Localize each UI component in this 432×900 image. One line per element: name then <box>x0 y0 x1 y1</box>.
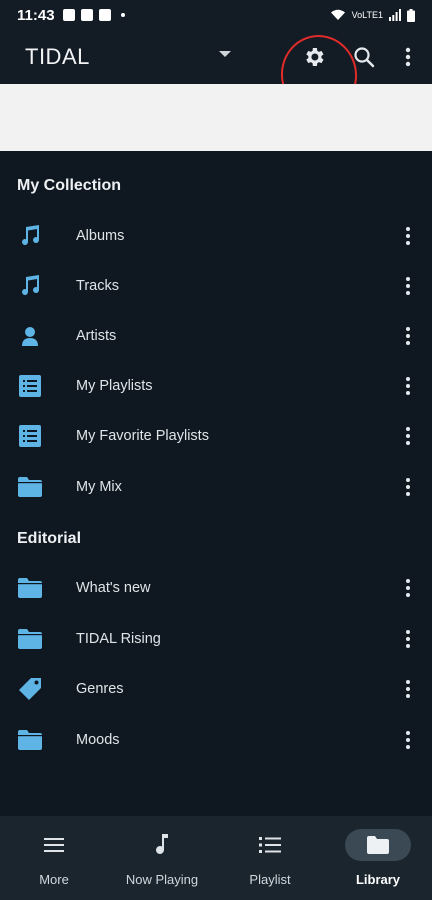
app-title[interactable]: TIDAL <box>25 44 90 70</box>
search-button[interactable] <box>346 39 382 75</box>
status-notification-icons <box>62 9 125 21</box>
nav-library[interactable]: Library <box>324 816 432 900</box>
nav-label: Playlist <box>249 872 291 887</box>
network-label: VoLTE1 <box>351 10 383 20</box>
folder-icon <box>18 728 42 752</box>
list-item-genres[interactable]: Genres <box>0 664 432 714</box>
folder-icon <box>18 475 42 499</box>
music-note-icon <box>156 834 168 854</box>
check-icon <box>98 9 111 21</box>
gallery-icon <box>62 9 75 21</box>
more-notifications-icon <box>120 13 125 17</box>
row-more-button[interactable] <box>398 624 418 654</box>
list-item-my-playlists[interactable]: My Playlists <box>0 361 432 411</box>
nav-now-playing[interactable]: Now Playing <box>108 816 216 900</box>
nav-more[interactable]: More <box>0 816 108 900</box>
nav-icon-container <box>237 829 303 861</box>
app-bar: TIDAL <box>0 30 432 84</box>
list-item-label: Genres <box>76 681 124 697</box>
list-item-label: Artists <box>76 328 117 344</box>
settings-button[interactable] <box>296 39 332 75</box>
person-icon <box>18 324 42 348</box>
section-header-my-collection: My Collection <box>17 177 122 194</box>
more-vert-icon <box>405 47 411 67</box>
list-item-tidal-rising[interactable]: TIDAL Rising <box>0 614 432 664</box>
overflow-menu-button[interactable] <box>390 39 426 75</box>
list-item-label: TIDAL Rising <box>76 631 161 647</box>
signal-icon <box>389 9 401 21</box>
chevron-down-icon[interactable] <box>219 51 231 57</box>
list-item-artists[interactable]: Artists <box>0 311 432 361</box>
library-list: My Collection Albums Tracks Artists My P… <box>0 151 432 816</box>
bottom-navigation: More Now Playing Playlist Library <box>0 816 432 900</box>
playlist-icon <box>18 424 42 448</box>
list-icon <box>259 837 281 853</box>
row-more-button[interactable] <box>398 472 418 502</box>
row-more-button[interactable] <box>398 221 418 251</box>
list-item-label: My Mix <box>76 479 122 495</box>
menu-icon <box>44 838 64 852</box>
battery-icon <box>407 8 415 22</box>
row-more-button[interactable] <box>398 674 418 704</box>
list-item-moods[interactable]: Moods <box>0 715 432 765</box>
list-item-label: My Favorite Playlists <box>76 428 209 444</box>
row-more-button[interactable] <box>398 421 418 451</box>
folder-icon <box>367 836 389 854</box>
row-more-button[interactable] <box>398 573 418 603</box>
game-icon <box>80 9 93 21</box>
folder-icon <box>18 627 42 651</box>
list-item-tracks[interactable]: Tracks <box>0 261 432 311</box>
wifi-icon <box>330 9 345 20</box>
row-more-button[interactable] <box>398 321 418 351</box>
list-item-label: Tracks <box>76 278 119 294</box>
nav-icon-container <box>129 829 195 861</box>
row-more-button[interactable] <box>398 271 418 301</box>
list-item-my-mix[interactable]: My Mix <box>0 462 432 512</box>
music-note-icon <box>18 224 42 248</box>
tag-icon <box>18 677 42 701</box>
banner-area <box>0 84 432 151</box>
status-time: 11:43 <box>17 6 55 24</box>
row-more-button[interactable] <box>398 371 418 401</box>
nav-icon-container <box>345 829 411 861</box>
playlist-icon <box>18 374 42 398</box>
list-item-label: Albums <box>76 228 125 244</box>
list-item-label: My Playlists <box>76 378 153 394</box>
nav-label: Library <box>355 872 401 887</box>
list-item-my-favorite-playlists[interactable]: My Favorite Playlists <box>0 411 432 461</box>
nav-label: Now Playing <box>125 872 199 887</box>
search-icon <box>354 47 375 68</box>
list-item-label: What's new <box>76 580 151 596</box>
nav-icon-container <box>21 829 87 861</box>
status-system-icons: VoLTE1 <box>330 8 415 22</box>
nav-label: More <box>39 872 69 887</box>
music-note-icon <box>18 274 42 298</box>
folder-icon <box>18 576 42 600</box>
status-bar: 11:43 VoLTE1 <box>0 0 432 30</box>
list-item-label: Moods <box>76 732 120 748</box>
list-item-albums[interactable]: Albums <box>0 211 432 261</box>
gear-icon <box>306 48 324 66</box>
row-more-button[interactable] <box>398 725 418 755</box>
list-item-whats-new[interactable]: What's new <box>0 563 432 613</box>
section-header-editorial: Editorial <box>17 530 82 547</box>
nav-playlist[interactable]: Playlist <box>216 816 324 900</box>
